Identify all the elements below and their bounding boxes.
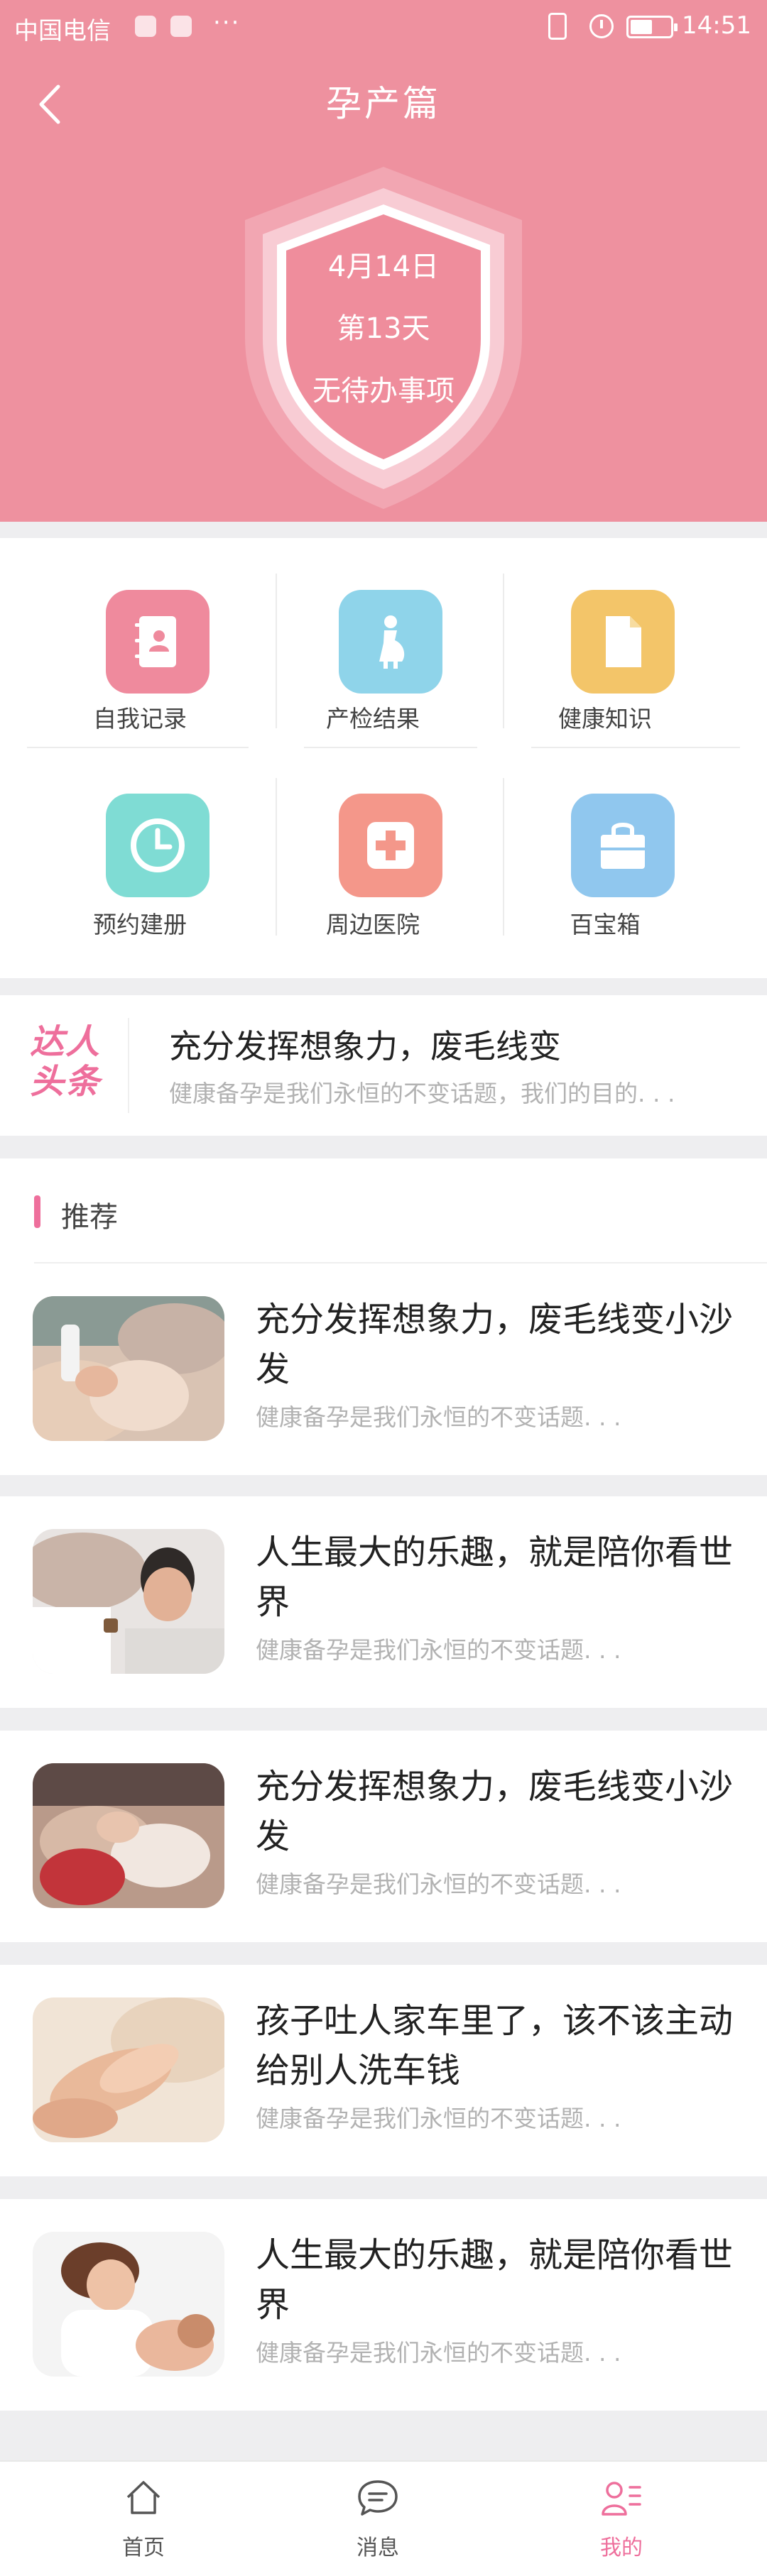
clock-time: 14:51	[682, 11, 751, 40]
app-notification-icon	[135, 16, 156, 37]
header: 中国电信 ··· 14:51 孕产篇 4月14日 第13天 无待办事项	[0, 0, 767, 522]
grid-item-health-knowledge[interactable]: 健康知识	[491, 538, 719, 733]
article-card[interactable]: 孩子吐人家车里了，该不该主动给别人洗车钱 健康备孕是我们永恒的不变话题. . .	[0, 1965, 767, 2176]
grid-item-nearby-hospitals[interactable]: 周边医院	[259, 744, 486, 938]
contact-book-icon	[106, 590, 210, 694]
hospital-cross-icon	[339, 794, 442, 897]
grid-item-checkup-results[interactable]: 产检结果	[259, 538, 486, 733]
article-title: 充分发挥想象力，废毛线变小沙发	[256, 1300, 734, 1389]
shield-date: 4月14日	[327, 251, 440, 283]
message-icon	[358, 2480, 398, 2516]
carrier-name: 中国电信	[14, 17, 111, 45]
article-card[interactable]: 充分发挥想象力，废毛线变小沙发 健康备孕是我们永恒的不变话题. . .	[0, 1731, 767, 1942]
divider	[128, 1018, 129, 1113]
grid-item-self-record[interactable]: 自我记录	[26, 538, 254, 733]
pregnant-woman-icon	[339, 590, 442, 694]
tab-label: 我的	[600, 2536, 643, 2560]
grid-item-label: 百宝箱	[570, 911, 641, 938]
article-thumbnail-image	[33, 1997, 224, 2142]
headline-title: 充分发挥想象力，废毛线变	[169, 1027, 561, 1065]
more-notifications-icon: ···	[213, 9, 241, 37]
grid-item-label: 产检结果	[326, 705, 420, 733]
alarm-icon	[589, 14, 614, 38]
article-title: 孩子吐人家车里了，该不该主动给别人洗车钱	[256, 2001, 734, 2090]
tab-label: 消息	[357, 2536, 399, 2560]
page-title: 孕产篇	[326, 83, 441, 124]
article-card[interactable]: 充分发挥想象力，废毛线变小沙发 健康备孕是我们永恒的不变话题. . .	[0, 1264, 767, 1475]
grid-item-label: 周边医院	[326, 911, 420, 938]
article-subtitle: 健康备孕是我们永恒的不变话题. . .	[256, 1636, 621, 1664]
article-subtitle: 健康备孕是我们永恒的不变话题. . .	[256, 1403, 621, 1431]
article-card[interactable]: 人生最大的乐趣，就是陪你看世界 健康备孕是我们永恒的不变话题. . .	[0, 2199, 767, 2411]
section-title: 推荐	[61, 1201, 118, 1234]
article-subtitle: 健康备孕是我们永恒的不变话题. . .	[256, 2339, 621, 2367]
recommend-section-header: 推荐	[0, 1158, 767, 1264]
article-thumbnail-image	[33, 1529, 224, 1674]
tab-messages[interactable]: 消息	[307, 2462, 449, 2576]
feature-grid: 自我记录 产检结果 健康知识 预约建册 周边医院 百宝箱	[0, 538, 767, 978]
article-thumbnail-image	[33, 1296, 224, 1441]
grid-item-label: 健康知识	[558, 705, 652, 733]
headline-logo: 达人头条	[30, 1022, 102, 1102]
tab-home[interactable]: 首页	[72, 2462, 214, 2576]
grid-item-toolbox[interactable]: 百宝箱	[491, 744, 719, 938]
article-thumbnail-image	[33, 1763, 224, 1908]
article-title: 人生最大的乐趣，就是陪你看世界	[256, 1533, 734, 1622]
grid-item-label: 预约建册	[93, 911, 187, 938]
document-icon	[571, 590, 675, 694]
profile-list-icon	[602, 2482, 641, 2516]
article-subtitle: 健康备孕是我们永恒的不变话题. . .	[256, 1870, 621, 1898]
section-accent-bar	[34, 1195, 40, 1228]
article-title: 充分发挥想象力，废毛线变小沙发	[256, 1767, 734, 1856]
article-title: 人生最大的乐趣，就是陪你看世界	[256, 2235, 734, 2325]
status-bar: 中国电信 ··· 14:51	[0, 0, 767, 54]
shield-day-count: 第13天	[337, 312, 430, 345]
vibrate-icon	[548, 13, 567, 40]
article-card[interactable]: 人生最大的乐趣，就是陪你看世界 健康备孕是我们永恒的不变话题. . .	[0, 1496, 767, 1708]
tab-mine[interactable]: 我的	[550, 2462, 692, 2576]
home-icon	[126, 2481, 161, 2514]
battery-icon	[626, 16, 678, 38]
tab-label: 首页	[122, 2536, 165, 2560]
article-thumbnail-image	[33, 2232, 224, 2377]
grid-item-label: 自我记录	[93, 705, 187, 733]
shopping-bag-icon	[571, 794, 675, 897]
headline-subtitle: 健康备孕是我们永恒的不变话题，我们的目的. . .	[169, 1080, 675, 1107]
headline-news[interactable]: 达人头条 充分发挥想象力，废毛线变 健康备孕是我们永恒的不变话题，我们的目的. …	[0, 995, 767, 1136]
shield-notification-icon	[170, 16, 192, 37]
grid-item-appointment[interactable]: 预约建册	[26, 744, 254, 938]
bottom-tab-bar: 首页 消息 我的	[0, 2460, 767, 2576]
article-subtitle: 健康备孕是我们永恒的不变话题. . .	[256, 2105, 621, 2132]
shield-todo-status: 无待办事项	[312, 375, 455, 407]
clock-icon	[106, 794, 210, 897]
